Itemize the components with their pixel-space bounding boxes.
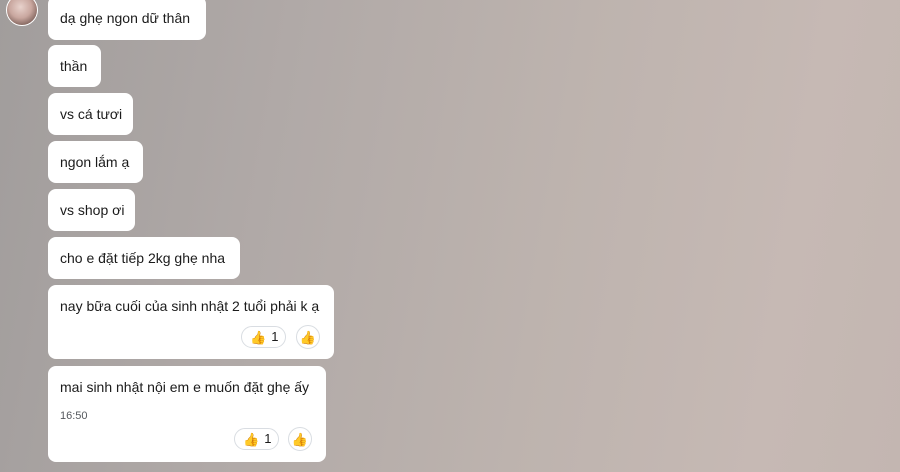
message-bubble[interactable]: nay bữa cuối của sinh nhật 2 tuổi phải k… bbox=[48, 285, 334, 359]
message-text: cho e đặt tiếp 2kg ghẹ nha bbox=[60, 250, 226, 266]
message-bubble[interactable]: vs cá tươi bbox=[48, 93, 133, 135]
thumbs-up-icon: 👍 bbox=[299, 329, 317, 345]
thumbs-up-icon: 👍 bbox=[291, 431, 309, 447]
message-bubble[interactable]: vs shop ơi bbox=[48, 189, 135, 231]
message-bubble[interactable]: mai sinh nhật nội em e muốn đặt ghẹ ấy 1… bbox=[48, 366, 326, 462]
reaction-count: 1 bbox=[264, 431, 272, 446]
sender-avatar[interactable] bbox=[6, 0, 38, 26]
chat-conversation: dạ ghẹ ngon dữ thân thần vs cá tươi ngon… bbox=[0, 0, 900, 472]
add-reaction-button[interactable]: 👍 bbox=[296, 325, 320, 349]
message-text: mai sinh nhật nội em e muốn đặt ghẹ ấy bbox=[60, 379, 310, 395]
add-reaction-button[interactable]: 👍 bbox=[288, 427, 312, 451]
message-bubble[interactable]: ngon lắm ạ bbox=[48, 141, 143, 183]
message-text: vs cá tươi bbox=[60, 106, 123, 122]
thumbs-up-icon: 👍 bbox=[250, 329, 267, 345]
thumbs-up-icon: 👍 bbox=[243, 431, 260, 447]
reaction-count-pill[interactable]: 👍 1 bbox=[234, 428, 280, 450]
message-bubble[interactable]: cho e đặt tiếp 2kg ghẹ nha bbox=[48, 237, 240, 279]
message-bubble[interactable]: dạ ghẹ ngon dữ thân bbox=[48, 0, 206, 40]
reaction-count: 1 bbox=[271, 329, 279, 344]
message-text: thần bbox=[60, 58, 88, 74]
message-text: ngon lắm ạ bbox=[60, 154, 130, 170]
message-bubble[interactable]: thần bbox=[48, 45, 101, 87]
message-time: 16:50 bbox=[60, 410, 88, 422]
message-text: nay bữa cuối của sinh nhật 2 tuổi phải k… bbox=[60, 298, 320, 314]
reaction-count-pill[interactable]: 👍 1 bbox=[241, 326, 287, 348]
message-text: dạ ghẹ ngon dữ thân bbox=[60, 10, 191, 26]
message-text: vs shop ơi bbox=[60, 202, 125, 218]
